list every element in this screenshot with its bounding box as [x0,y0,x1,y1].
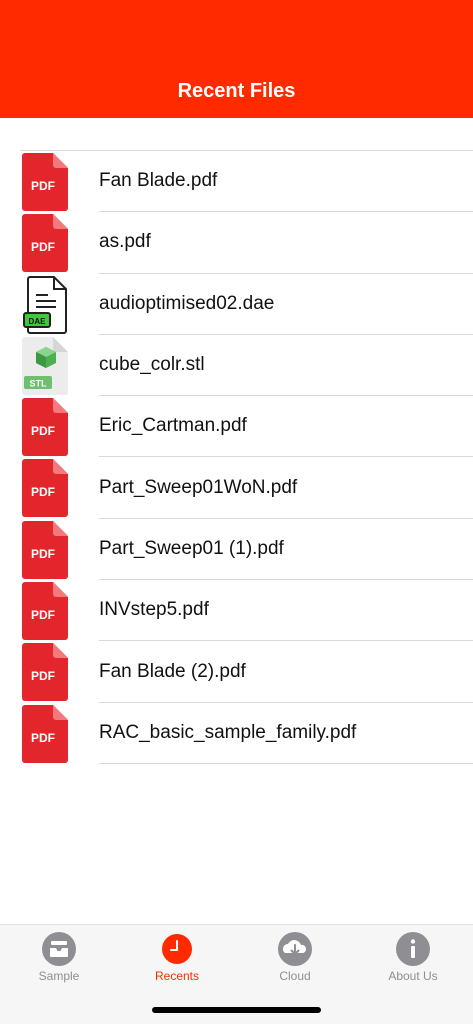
svg-text:STL: STL [30,378,48,388]
svg-text:PDF: PDF [31,608,55,622]
tab-sample[interactable]: Sample [9,931,109,991]
file-name: audioptimised02.dae [99,274,473,335]
dae-file-icon: DAE [23,275,67,334]
pdf-file-icon: PDF [22,520,68,579]
file-row[interactable]: DAE audioptimised02.dae [20,274,473,335]
tab-recents[interactable]: Recents [127,931,227,991]
file-row[interactable]: PDF Part_Sweep01WoN.pdf [20,457,473,519]
file-row[interactable]: PDF Fan Blade.pdf [20,151,473,213]
pdf-file-icon: PDF [22,153,68,211]
app-header: Recent Files [0,0,473,118]
clock-icon [162,934,192,964]
stl-file-icon: STL [22,336,68,395]
file-name: Part_Sweep01WoN.pdf [99,457,473,519]
inbox-icon [42,932,76,966]
file-name: cube_colr.stl [99,335,473,397]
page-title: Recent Files [177,80,296,102]
tab-label: Recents [154,969,200,983]
pdf-file-icon: PDF [22,582,68,641]
pdf-file-icon: PDF [22,398,68,457]
svg-text:PDF: PDF [31,669,55,683]
svg-text:PDF: PDF [31,179,55,193]
file-name: as.pdf [99,212,473,274]
file-name: Part_Sweep01 (1).pdf [99,519,473,581]
svg-text:PDF: PDF [31,240,55,254]
tab-label: Sample [38,969,80,983]
svg-text:PDF: PDF [31,547,55,561]
info-icon [396,932,430,966]
pdf-file-icon: PDF [22,704,68,763]
file-row[interactable]: PDF Part_Sweep01 (1).pdf [20,519,473,581]
cloud-download-icon [278,932,312,966]
tab-cloud[interactable]: Cloud [245,931,345,991]
pdf-file-icon: PDF [22,214,68,273]
svg-text:PDF: PDF [31,731,55,745]
tab-label: Cloud [279,969,311,983]
file-row[interactable]: STL cube_colr.stl [20,335,473,397]
pdf-file-icon: PDF [22,643,68,702]
svg-text:PDF: PDF [31,485,55,499]
home-indicator [152,1007,321,1013]
file-row[interactable]: PDF RAC_basic_sample_family.pdf [20,703,473,764]
file-name: Fan Blade.pdf [99,151,473,213]
file-row[interactable]: PDF Fan Blade (2).pdf [20,641,473,703]
file-row[interactable]: PDF Eric_Cartman.pdf [20,396,473,458]
svg-text:DAE: DAE [29,317,47,326]
svg-text:PDF: PDF [31,424,55,438]
file-name: Eric_Cartman.pdf [99,396,473,458]
tab-about-us[interactable]: About Us [363,931,463,991]
pdf-file-icon: PDF [22,459,68,518]
file-name: Fan Blade (2).pdf [99,641,473,703]
file-row[interactable]: PDF INVstep5.pdf [20,580,473,642]
file-name: INVstep5.pdf [99,580,473,642]
recent-files-list: PDF Fan Blade.pdf PDF as.pdf DAE audioptimise… [20,150,473,764]
file-name: RAC_basic_sample_family.pdf [99,703,473,764]
tab-label: About Us [388,969,438,983]
file-row[interactable]: PDF as.pdf [20,212,473,274]
